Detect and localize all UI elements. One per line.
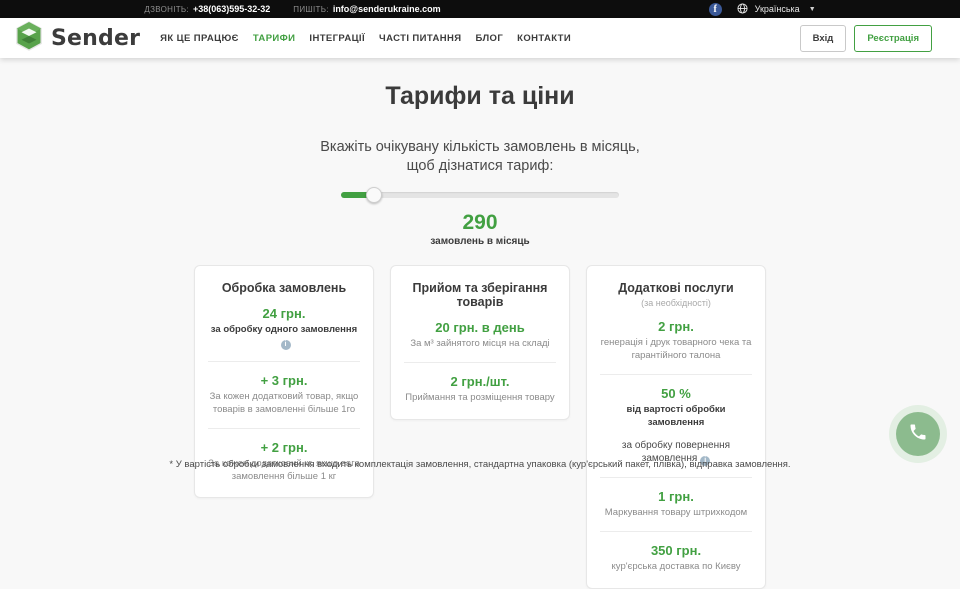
price-item: 1 грн. Маркування товару штрихкодом — [598, 489, 754, 520]
email-link[interactable]: info@senderukraine.com — [333, 4, 441, 14]
auth-buttons: Вхід Реєстрація — [800, 25, 932, 52]
facebook-icon[interactable]: f — [709, 3, 722, 16]
login-button[interactable]: Вхід — [800, 25, 847, 52]
price-value: 50 % — [598, 386, 754, 401]
main-content: Тарифи та ціни Вкажіть очікувану кількіс… — [0, 82, 960, 589]
card-title: Обробка замовлень — [206, 281, 362, 295]
price-value: 2 грн./шт. — [402, 374, 558, 389]
price-value: 2 грн. — [598, 319, 754, 334]
brand-name: Sender — [51, 26, 140, 51]
language-selector[interactable]: Українська — [755, 4, 800, 14]
nav-item-1[interactable]: ТАРИФИ — [253, 33, 296, 44]
topbar-contacts: ДЗВОНІТЬ: +38(063)595-32-32 ПИШІТЬ: info… — [144, 4, 458, 14]
pricing-cards: Обробка замовлень 24 грн. за обробку одног… — [0, 265, 960, 588]
price-item: + 3 грн. За кожен додатковий товар, якщо … — [206, 373, 362, 417]
brand-logo[interactable]: Sender — [14, 21, 140, 56]
price-description: генерація і друк товарного чека та гаран… — [598, 337, 754, 363]
price-description: За м³ зайнятого місця на складі — [402, 338, 558, 351]
price-value: + 2 грн. — [206, 440, 362, 455]
nav-item-0[interactable]: ЯК ЦЕ ПРАЦЮЄ — [160, 33, 239, 44]
price-description: від вартості обробки замовлення — [598, 404, 754, 430]
card-divider — [600, 374, 752, 375]
call-label: ДЗВОНІТЬ: — [144, 5, 189, 14]
price-description: Маркування товару штрихкодом — [598, 507, 754, 520]
price-value: 20 грн. в день — [402, 320, 558, 335]
price-value: 350 грн. — [598, 543, 754, 558]
card-divider — [208, 428, 360, 429]
nav-item-3[interactable]: ЧАСТІ ПИТАННЯ — [379, 33, 461, 44]
header: Sender ЯК ЦЕ ПРАЦЮЄ ТАРИФИ ІНТЕГРАЦІЇ ЧАСТІ… — [0, 18, 960, 58]
register-button[interactable]: Реєстрація — [854, 25, 932, 52]
info-icon[interactable]: i — [281, 340, 291, 350]
globe-icon — [737, 3, 748, 16]
phone-pair: ДЗВОНІТЬ: +38(063)595-32-32 — [144, 4, 270, 14]
price-item: 20 грн. в день За м³ зайнятого місця на с… — [402, 320, 558, 351]
card-divider — [600, 531, 752, 532]
orders-caption: замовлень в місяць — [0, 236, 960, 247]
card-title: Прийом та зберігання товарів — [402, 281, 558, 309]
price-item: 2 грн./шт. Приймання та розміщення товару — [402, 374, 558, 405]
topbar: ДЗВОНІТЬ: +38(063)595-32-32 ПИШІТЬ: info… — [0, 0, 960, 18]
price-description: Приймання та розміщення товару — [402, 392, 558, 405]
chat-button-inner — [896, 412, 940, 456]
email-pair: ПИШІТЬ: info@senderukraine.com — [293, 4, 440, 14]
footnote: * У вартість обробки замовлення входить … — [0, 459, 960, 470]
slider-handle[interactable] — [366, 187, 382, 203]
pricing-card-2: Додаткові послуги (за необхідності) 2 грн.… — [586, 265, 766, 588]
card-divider — [600, 477, 752, 478]
card-subtitle: (за необхідності) — [598, 298, 754, 308]
slider-prompt-line1: Вкажіть очікувану кількість замовлень в … — [320, 139, 639, 155]
card-divider — [208, 361, 360, 362]
nav-item-2[interactable]: ІНТЕГРАЦІЇ — [309, 33, 365, 44]
slider-track[interactable] — [341, 192, 619, 198]
brand-logo-icon — [14, 21, 44, 56]
pricing-card-1: Прийом та зберігання товарів 20 грн. в де… — [390, 265, 570, 420]
price-value: 1 грн. — [598, 489, 754, 504]
price-item: 24 грн. за обробку одного замовленняi — [206, 306, 362, 350]
price-item: 350 грн. кур'єрська доставка по Києву — [598, 543, 754, 574]
topbar-lang-group: f Українська ▼ — [709, 3, 816, 16]
main-nav: ЯК ЦЕ ПРАЦЮЄ ТАРИФИ ІНТЕГРАЦІЇ ЧАСТІ ПИТАНН… — [160, 33, 571, 44]
slider-prompt-line2: щоб дізнатися тариф: — [407, 158, 554, 174]
chat-button[interactable] — [889, 405, 947, 463]
price-description: кур'єрська доставка по Києву — [598, 561, 754, 574]
orders-count: 290 — [0, 211, 960, 235]
phone-icon — [908, 422, 928, 447]
slider-prompt: Вкажіть очікувану кількість замовлень в … — [0, 138, 960, 176]
price-item: 50 %від вартості обробки замовленняза об… — [598, 386, 754, 466]
orders-slider[interactable] — [341, 187, 619, 203]
price-item: 2 грн. генерація і друк товарного чека та… — [598, 319, 754, 363]
card-divider — [404, 362, 556, 363]
price-description: за обробку одного замовленняi — [206, 324, 362, 350]
nav-item-4[interactable]: БЛОГ — [475, 33, 503, 44]
price-value: 24 грн. — [206, 306, 362, 321]
page-title: Тарифи та ціни — [0, 82, 960, 111]
phone-link[interactable]: +38(063)595-32-32 — [193, 4, 270, 14]
write-label: ПИШІТЬ: — [293, 5, 329, 14]
nav-item-5[interactable]: КОНТАКТИ — [517, 33, 571, 44]
price-value: + 3 грн. — [206, 373, 362, 388]
price-description: За кожен додатковий товар, якщо товарів … — [206, 391, 362, 417]
card-title: Додаткові послуги — [598, 281, 754, 295]
chevron-down-icon[interactable]: ▼ — [809, 6, 816, 13]
